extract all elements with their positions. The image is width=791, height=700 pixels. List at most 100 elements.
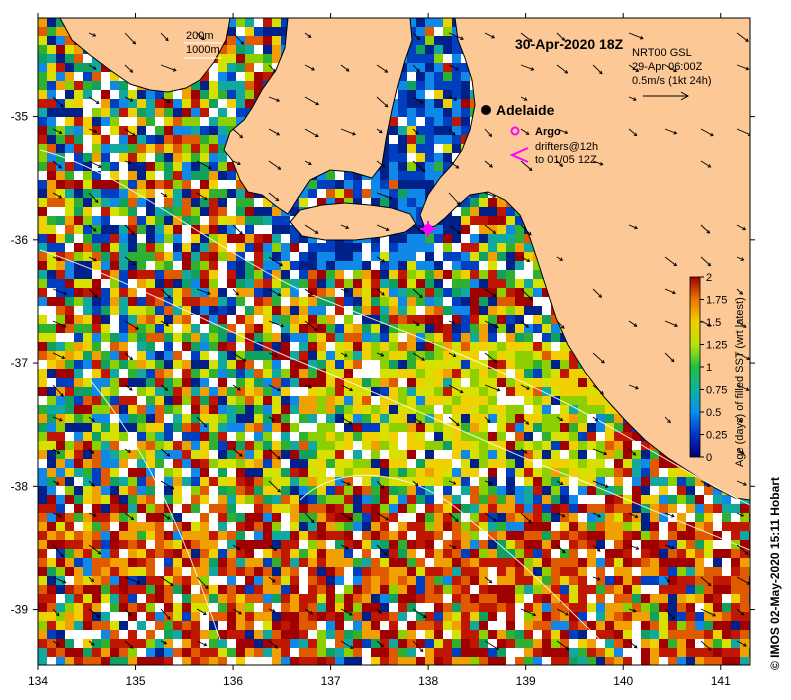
sst-cell <box>515 504 524 513</box>
sst-cell <box>92 216 101 225</box>
sst-cell <box>56 279 65 288</box>
sst-cell <box>497 324 506 333</box>
sst-cell <box>272 396 281 405</box>
sst-cell <box>416 567 425 576</box>
sst-cell <box>209 288 218 297</box>
sst-cell <box>101 612 110 621</box>
sst-cell <box>218 108 227 117</box>
sst-cell <box>542 549 551 558</box>
sst-cell <box>236 234 245 243</box>
sst-cell <box>362 396 371 405</box>
sst-cell <box>425 315 434 324</box>
sst-cell <box>497 441 506 450</box>
sst-cell <box>227 81 236 90</box>
sst-cell <box>470 315 479 324</box>
sst-cell <box>254 306 263 315</box>
sst-cell <box>614 558 623 567</box>
sst-cell <box>452 612 461 621</box>
sst-cell <box>101 441 110 450</box>
sst-cell <box>353 603 362 612</box>
sst-cell <box>677 531 686 540</box>
sst-cell <box>128 234 137 243</box>
sst-cell <box>146 315 155 324</box>
sst-cell <box>488 225 497 234</box>
sst-cell <box>605 441 614 450</box>
sst-cell <box>200 333 209 342</box>
sst-cell <box>290 468 299 477</box>
sst-cell <box>389 144 398 153</box>
sst-cell <box>317 180 326 189</box>
sst-cell <box>47 99 56 108</box>
sst-cell <box>506 243 515 252</box>
sst-cell <box>146 513 155 522</box>
sst-cell <box>326 252 335 261</box>
sst-cell <box>47 243 56 252</box>
sst-cell <box>272 585 281 594</box>
sst-cell <box>83 432 92 441</box>
sst-cell <box>38 162 47 171</box>
sst-cell <box>569 621 578 630</box>
sst-cell <box>191 450 200 459</box>
sst-cell <box>641 495 650 504</box>
sst-cell <box>605 504 614 513</box>
sst-cell <box>38 369 47 378</box>
sst-cell <box>605 621 614 630</box>
sst-cell <box>380 378 389 387</box>
sst-cell <box>245 315 254 324</box>
sst-cell <box>110 495 119 504</box>
sst-cell <box>209 558 218 567</box>
sst-cell <box>371 459 380 468</box>
sst-cell <box>209 243 218 252</box>
sst-cell <box>506 378 515 387</box>
sst-cell <box>218 72 227 81</box>
sst-cell <box>128 567 137 576</box>
sst-cell <box>506 405 515 414</box>
sst-cell <box>614 630 623 639</box>
sst-cell <box>227 297 236 306</box>
sst-cell <box>281 576 290 585</box>
sst-cell <box>506 351 515 360</box>
sst-cell <box>425 405 434 414</box>
sst-cell <box>38 81 47 90</box>
sst-cell <box>740 621 749 630</box>
sst-cell <box>128 180 137 189</box>
sst-cell <box>182 324 191 333</box>
sst-cell <box>722 639 731 648</box>
sst-cell <box>191 531 200 540</box>
sst-cell <box>299 621 308 630</box>
sst-cell <box>407 297 416 306</box>
sst-cell <box>434 18 443 27</box>
sst-cell <box>164 567 173 576</box>
sst-cell <box>641 576 650 585</box>
sst-cell <box>524 279 533 288</box>
sst-cell <box>533 639 542 648</box>
sst-cell <box>326 189 335 198</box>
sst-cell <box>74 198 83 207</box>
sst-cell <box>173 333 182 342</box>
sst-cell <box>398 261 407 270</box>
sst-cell <box>272 225 281 234</box>
sst-cell <box>56 405 65 414</box>
sst-cell <box>83 540 92 549</box>
sst-cell <box>101 486 110 495</box>
sst-cell <box>74 450 83 459</box>
sst-cell <box>731 576 740 585</box>
sst-cell <box>380 648 389 657</box>
sst-cell <box>110 360 119 369</box>
sst-cell <box>137 351 146 360</box>
sst-cell <box>515 468 524 477</box>
sst-cell <box>254 468 263 477</box>
sst-cell <box>263 261 272 270</box>
sst-cell <box>47 63 56 72</box>
sst-cell <box>128 423 137 432</box>
sst-cell <box>272 234 281 243</box>
sst-cell <box>371 441 380 450</box>
sst-cell <box>299 549 308 558</box>
sst-cell <box>263 333 272 342</box>
sst-cell <box>236 45 245 54</box>
sst-cell <box>425 324 434 333</box>
sst-cell <box>263 252 272 261</box>
sst-cell <box>38 531 47 540</box>
sst-cell <box>47 27 56 36</box>
sst-cell <box>398 540 407 549</box>
